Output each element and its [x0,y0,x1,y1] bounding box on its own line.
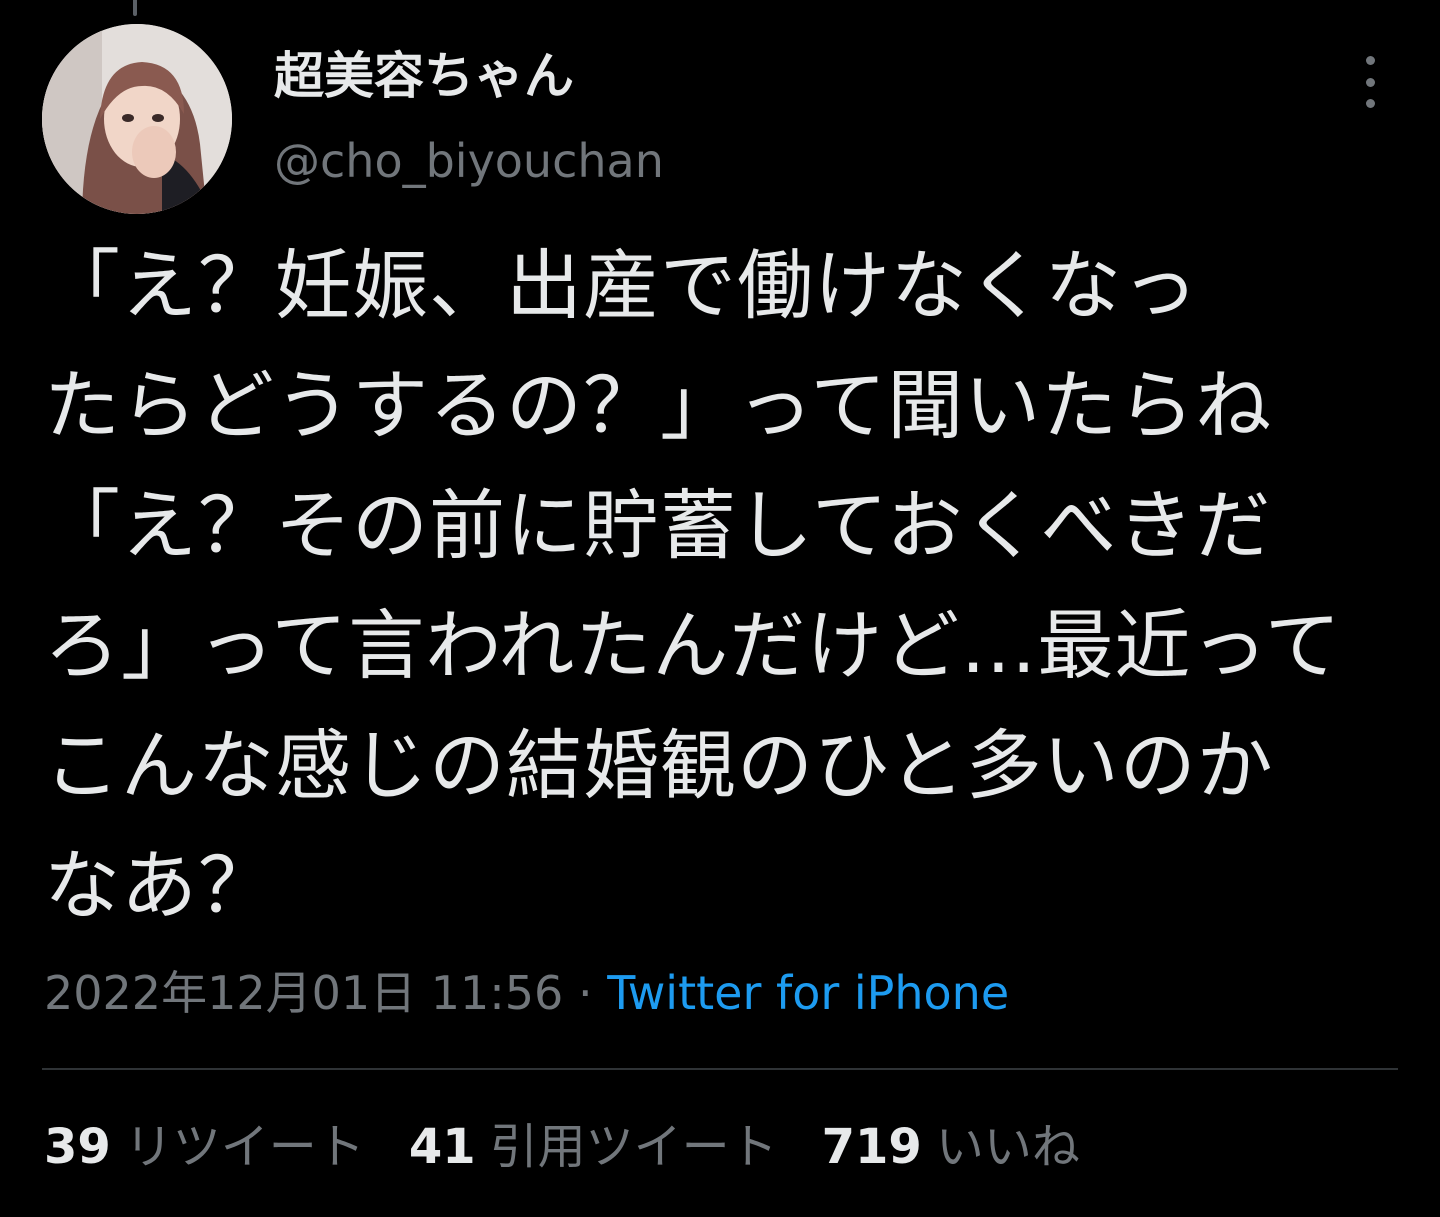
quote-tweets-count: 41 [408,1119,476,1175]
retweets-count: 39 [44,1119,111,1175]
retweets-stat[interactable]: 39 リツイート [44,1116,365,1178]
tweet-meta: 2022年12月01日 11:56 · Twitter for iPhone [44,964,1009,1024]
tweet-text-line: 「え？妊娠、出産で働けなくなっ [44,241,1199,330]
more-vertical-icon-dot [1365,99,1375,108]
more-options-button[interactable] [1350,56,1390,108]
author-display-name[interactable]: 超美容ちゃん [274,46,574,106]
author-handle[interactable]: @cho_biyouchan [274,134,664,189]
thread-connector-line [133,0,137,16]
likes-label: いいね [935,1119,1080,1175]
tweet-stats: 39 リツイート 41 引用ツイート 719 いいね [44,1116,1080,1178]
tweet-source-link[interactable]: Twitter for iPhone [607,966,1009,1020]
avatar[interactable] [42,24,232,214]
retweets-label: リツイート [124,1119,365,1175]
user-photo-avatar-icon [42,24,232,214]
tweet-text-line: 「え？その前に貯蓄しておくべきだ [44,481,1272,570]
quote-tweets-stat[interactable]: 41 引用ツイート [409,1116,778,1178]
tweet-timestamp[interactable]: 2022年12月01日 11:56 [44,966,563,1020]
tweet-text-line: こんな感じの結婚観のひと多いのか [44,721,1274,810]
divider [42,1068,1398,1070]
more-vertical-icon-dot [1365,77,1375,87]
more-vertical-icon [1365,56,1375,65]
tweet-text-line: たらどうするの？」って聞いたらね [44,361,1273,450]
tweet-text-line: なあ？ [44,841,275,930]
meta-separator: · [563,966,608,1020]
tweet-text: 「え？妊娠、出産で働けなくなっ たらどうするの？」って聞いたらね 「え？その前に… [44,226,1414,946]
likes-stat[interactable]: 719 いいね [822,1116,1080,1178]
quote-tweets-label: 引用ツイート [489,1119,778,1175]
likes-count: 719 [821,1119,922,1175]
tweet-text-line: ろ」って言われたんだけど…最近って [44,601,1342,690]
